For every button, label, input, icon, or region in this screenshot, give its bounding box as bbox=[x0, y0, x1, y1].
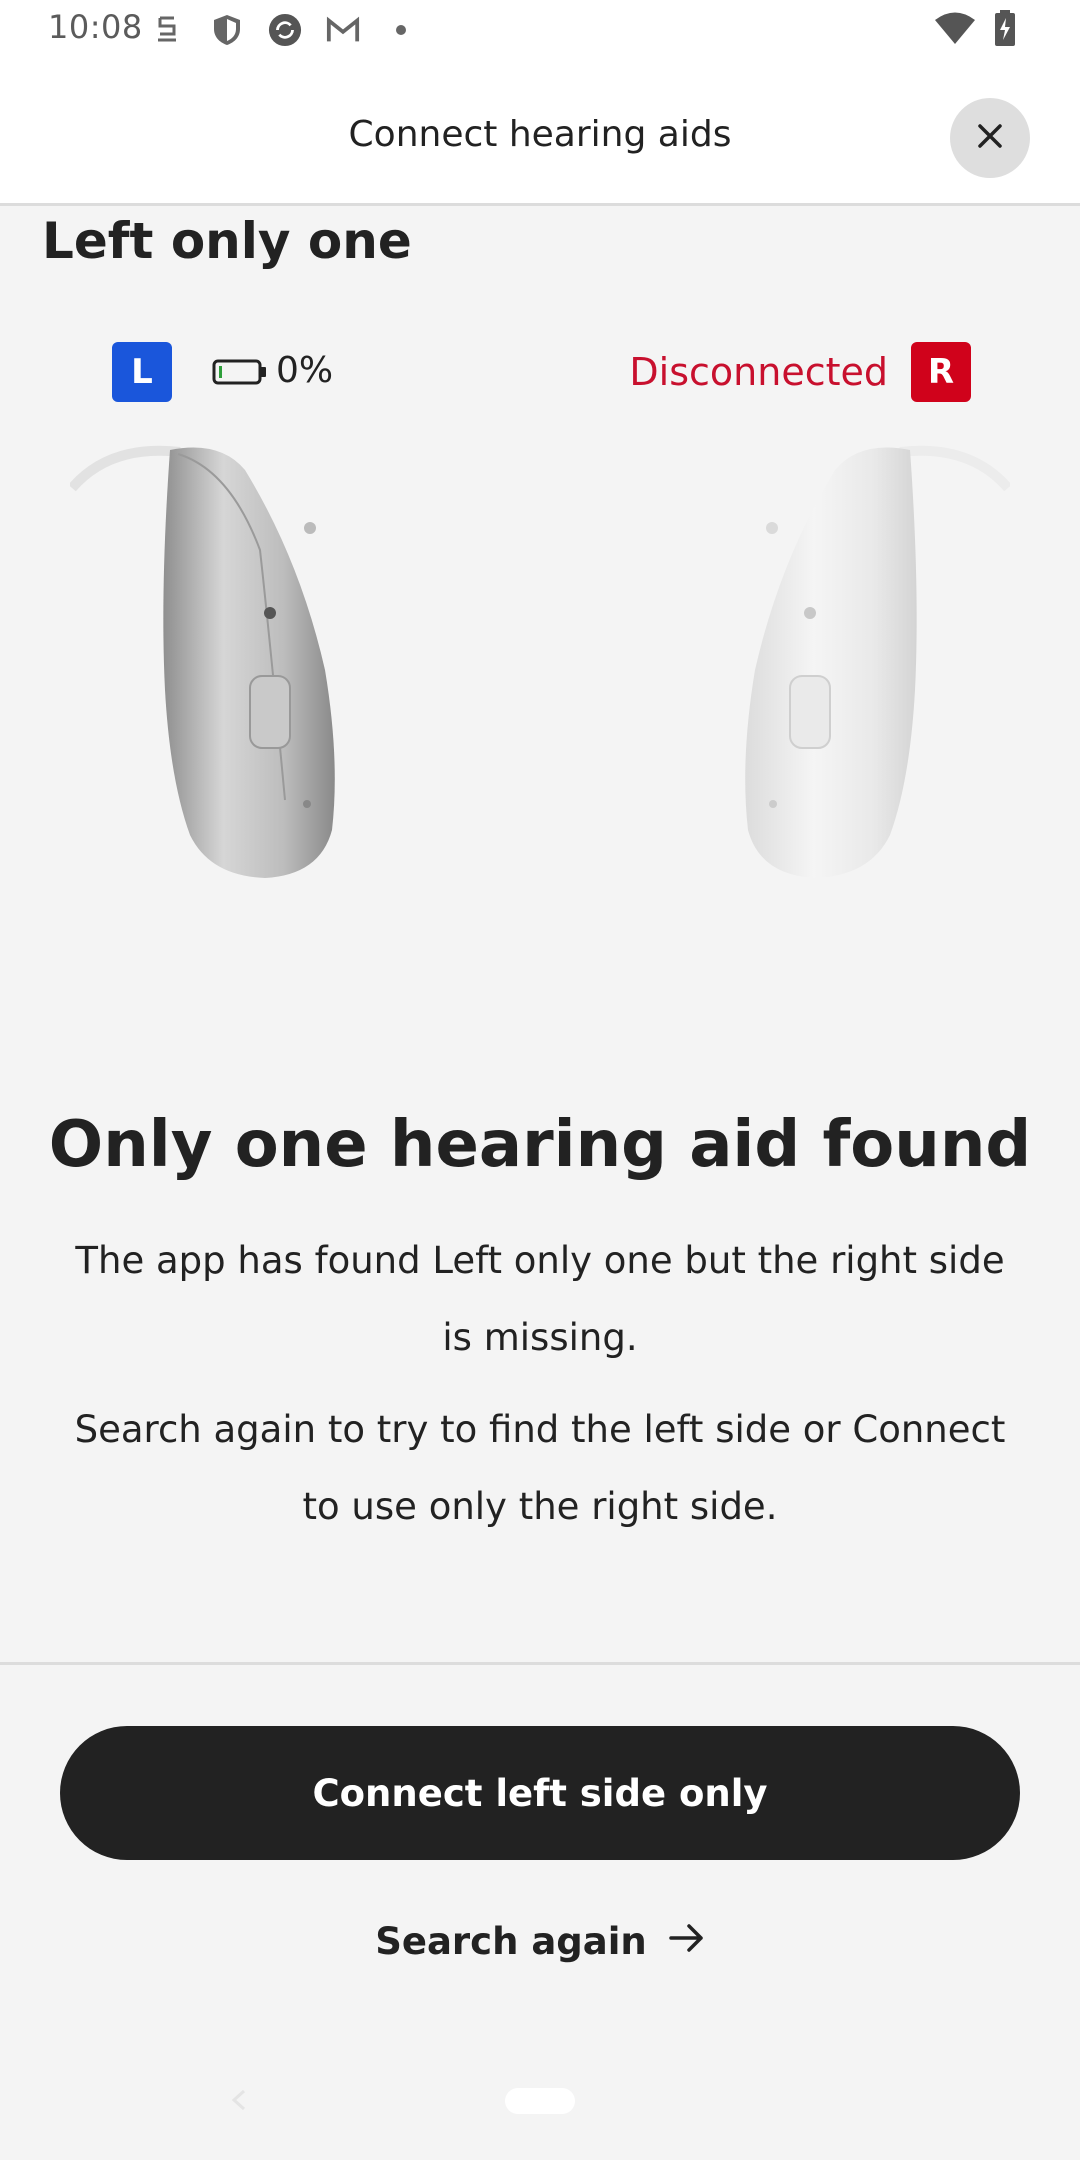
instruction-text: Search again to try to find the left sid… bbox=[74, 1408, 1006, 1528]
close-button[interactable] bbox=[950, 98, 1030, 178]
right-badge: R bbox=[911, 342, 971, 402]
status-right-icons bbox=[934, 10, 1016, 50]
wifi-icon bbox=[934, 11, 976, 49]
left-hearing-aid-image bbox=[68, 440, 420, 880]
nav-back-icon[interactable] bbox=[228, 2088, 252, 2112]
search-again-button[interactable]: Search again bbox=[0, 1920, 1080, 1963]
right-status: Disconnected bbox=[629, 350, 888, 394]
connect-button-label: Connect left side only bbox=[312, 1771, 768, 1815]
status-bar: 10:08 bbox=[0, 0, 1080, 62]
connect-left-only-button[interactable]: Connect left side only bbox=[60, 1726, 1020, 1860]
shield-icon bbox=[210, 13, 244, 47]
gmail-icon bbox=[326, 13, 360, 47]
search-again-label: Search again bbox=[375, 1920, 647, 1963]
right-hearing-aid-image bbox=[660, 440, 1012, 880]
face-id-icon bbox=[152, 13, 186, 47]
page-title: Connect hearing aids bbox=[348, 114, 732, 155]
status-icons bbox=[152, 10, 418, 50]
battery-charging-icon bbox=[994, 10, 1016, 50]
description-text: The app has found Left only one but the … bbox=[75, 1239, 1005, 1359]
close-icon bbox=[976, 122, 1004, 154]
battery-icon bbox=[212, 358, 268, 386]
sync-icon bbox=[268, 13, 302, 47]
dot-icon bbox=[384, 13, 418, 47]
header: Connect hearing aids bbox=[0, 62, 1080, 206]
divider bbox=[0, 1662, 1080, 1665]
battery-level-text: 0% bbox=[276, 350, 334, 391]
status-time: 10:08 bbox=[48, 8, 143, 46]
nav-home-pill[interactable] bbox=[505, 2088, 575, 2114]
main-heading: Only one hearing aid found bbox=[48, 1108, 1032, 1182]
arrow-right-icon bbox=[669, 1920, 705, 1963]
left-badge: L bbox=[112, 342, 172, 402]
device-name: Left only one bbox=[42, 212, 412, 270]
